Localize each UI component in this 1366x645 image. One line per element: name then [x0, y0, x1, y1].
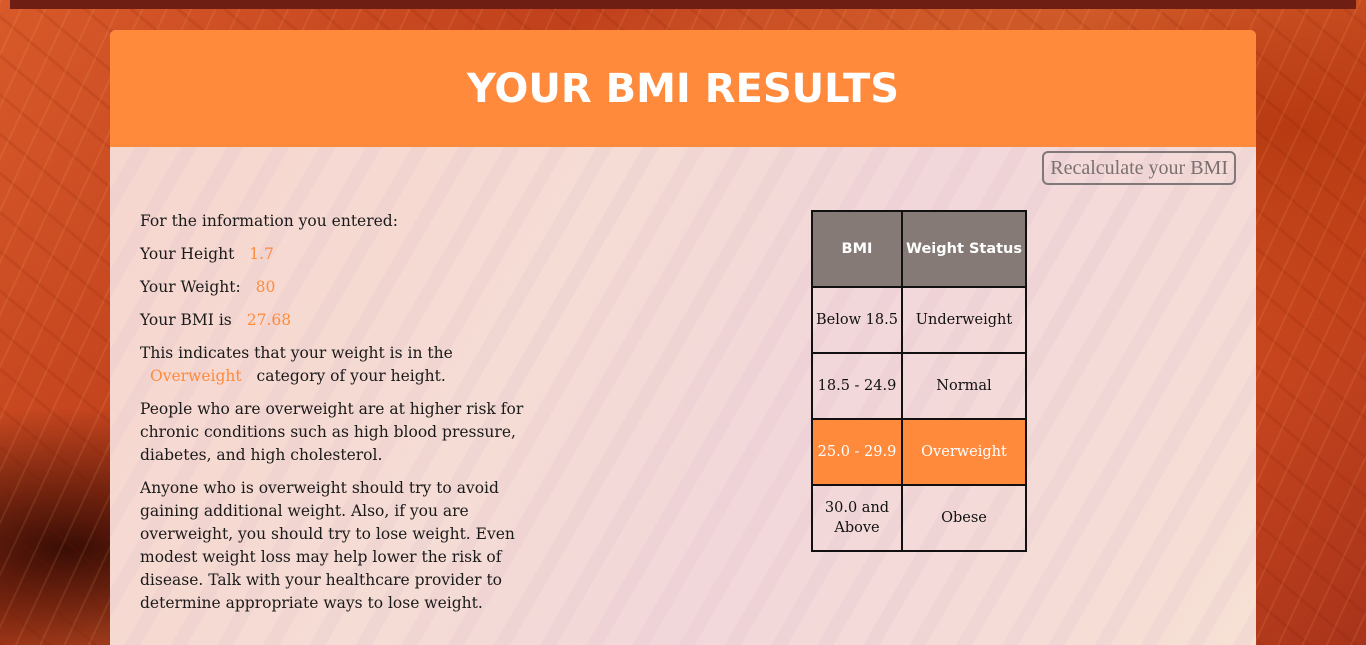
- bmi-range-cell: 25.0 - 29.9: [811, 418, 903, 486]
- table-row-highlighted: 25.0 - 29.9 Overweight: [811, 418, 1027, 486]
- intro-text: For the information you entered:: [140, 212, 398, 230]
- weight-label: Your Weight:: [140, 278, 241, 296]
- column-header-bmi: BMI: [811, 210, 903, 288]
- bmi-label: Your BMI is: [140, 311, 232, 329]
- weight-line: Your Weight: 80: [140, 276, 560, 299]
- advice-text: Anyone who is overweight should try to a…: [140, 479, 515, 612]
- bmi-range-cell: Below 18.5: [811, 286, 903, 354]
- category-line: This indicates that your weight is in th…: [140, 342, 560, 388]
- weight-status-cell: Obese: [901, 484, 1027, 552]
- page-title: YOUR BMI RESULTS: [466, 65, 900, 112]
- height-label: Your Height: [140, 245, 235, 263]
- recalculate-button[interactable]: Recalculate your BMI: [1042, 151, 1236, 185]
- weight-status-cell: Normal: [901, 352, 1027, 420]
- weight-status-cell: Underweight: [901, 286, 1027, 354]
- bmi-value: 27.68: [246, 311, 292, 329]
- column-header-weight-status: Weight Status: [901, 210, 1027, 288]
- weight-value: 80: [255, 278, 276, 296]
- results-card: YOUR BMI RESULTS Recalculate your BMI Fo…: [110, 30, 1256, 645]
- table-row: 30.0 and Above Obese: [811, 484, 1027, 552]
- bmi-line: Your BMI is 27.68: [140, 309, 560, 332]
- table-header-row: BMI Weight Status: [811, 210, 1027, 288]
- bmi-table: BMI Weight Status Below 18.5 Underweight…: [811, 210, 1027, 552]
- category-prefix: This indicates that your weight is in th…: [140, 344, 453, 362]
- bmi-range-cell: 30.0 and Above: [811, 484, 903, 552]
- results-info: For the information you entered: Your He…: [140, 210, 560, 625]
- height-value: 1.7: [249, 245, 274, 263]
- top-strip: [10, 0, 1356, 9]
- category-suffix: category of your height.: [256, 367, 446, 385]
- weight-status-cell: Overweight: [901, 418, 1027, 486]
- results-header: YOUR BMI RESULTS: [110, 30, 1256, 147]
- risk-text: People who are overweight are at higher …: [140, 400, 524, 464]
- table-row: 18.5 - 24.9 Normal: [811, 352, 1027, 420]
- table-row: Below 18.5 Underweight: [811, 286, 1027, 354]
- bmi-range-cell: 18.5 - 24.9: [811, 352, 903, 420]
- category-value: Overweight: [150, 367, 242, 385]
- height-line: Your Height 1.7: [140, 243, 560, 266]
